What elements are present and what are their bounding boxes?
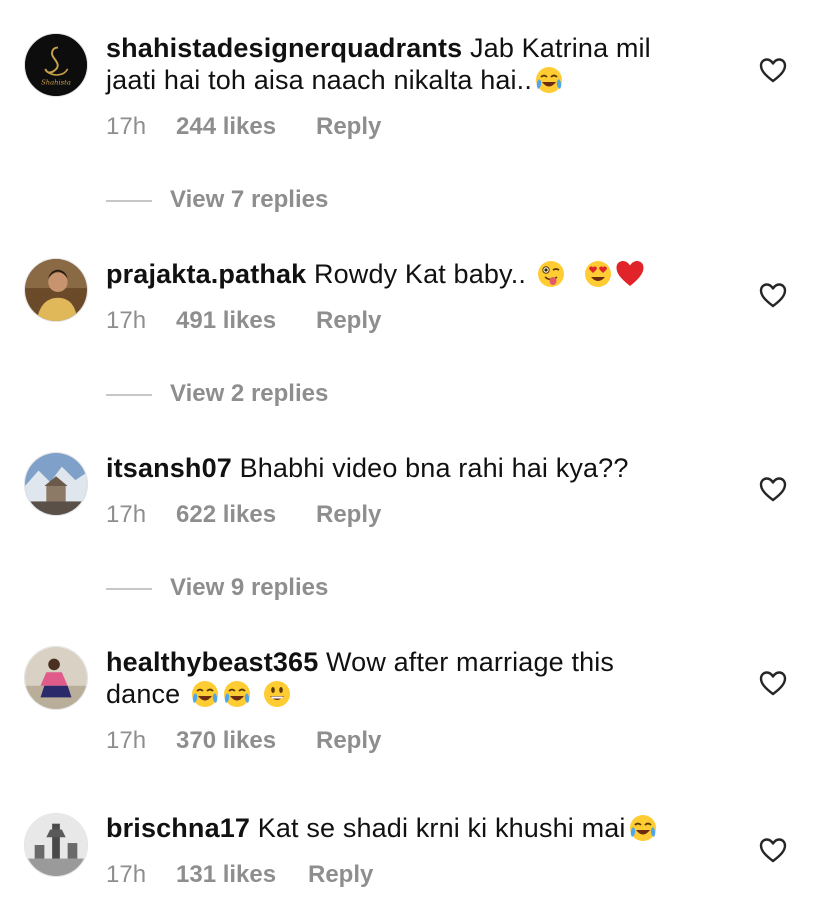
swan-logo-icon: Shahista (25, 34, 87, 96)
comment-username[interactable]: shahistadesignerquadrants (106, 33, 462, 63)
comment-body: Jab Katrina mil (462, 33, 651, 63)
reply-button[interactable]: Reply (316, 726, 381, 756)
grinning-face-emoji (262, 679, 292, 709)
view-replies-button[interactable]: View 2 replies (106, 379, 328, 409)
face-with-tears-of-joy-emoji (190, 679, 220, 709)
comment-text: itsansh07 Bhabhi video bna rahi hai kya?… (106, 452, 696, 484)
comment-time: 17h (106, 861, 147, 888)
profile-photo-icon (25, 814, 87, 876)
comment-text: healthybeast365 Wow after marriage this … (106, 646, 696, 710)
like-heart-icon[interactable] (759, 476, 787, 502)
reply-button[interactable]: Reply (316, 500, 381, 530)
view-replies-button[interactable]: View 9 replies (106, 573, 328, 603)
comment-username[interactable]: prajakta.pathak (106, 259, 306, 289)
view-replies-label: View 2 replies (170, 380, 329, 407)
comment-meta: 17h 131 likes Reply (106, 860, 373, 890)
face-with-tears-of-joy-emoji (222, 679, 252, 709)
replies-divider (106, 393, 152, 396)
comment-meta: 17h 244 likes Reply (106, 112, 381, 142)
avatar-logo-text: Shahista (41, 78, 71, 86)
comment-likes[interactable]: 370 likes (176, 726, 316, 756)
comment-likes[interactable]: 244 likes (176, 112, 316, 142)
comment-meta: 17h 370 likes Reply (106, 726, 381, 756)
smiling-face-with-heart-eyes-emoji (583, 259, 613, 289)
face-with-tears-of-joy-emoji (534, 65, 564, 95)
comment-likes[interactable]: 491 likes (176, 306, 316, 336)
comment-body: Bhabhi video bna rahi hai kya?? (231, 453, 629, 483)
avatar[interactable] (24, 813, 88, 877)
like-heart-icon[interactable] (759, 57, 787, 83)
red-heart-emoji (615, 259, 645, 289)
view-replies-label: View 7 replies (170, 186, 329, 213)
comment-text: prajakta.pathak Rowdy Kat baby.. (106, 258, 696, 290)
comment-username[interactable]: healthybeast365 (106, 647, 318, 677)
view-replies-button[interactable]: View 7 replies (106, 185, 328, 215)
face-with-tears-of-joy-emoji (628, 813, 658, 843)
profile-photo-icon (25, 259, 87, 321)
comment-meta: 17h 622 likes Reply (106, 500, 381, 530)
comment-text: shahistadesignerquadrants Jab Katrina mi… (106, 32, 696, 96)
comment-body: Rowdy Kat baby.. (306, 259, 534, 289)
view-replies-label: View 9 replies (170, 574, 329, 601)
comment-meta: 17h 491 likes Reply (106, 306, 381, 336)
comment-body: Wow after marriage this (318, 647, 615, 677)
reply-button[interactable]: Reply (316, 112, 381, 142)
comment-likes[interactable]: 131 likes (176, 860, 308, 890)
like-heart-icon[interactable] (759, 282, 787, 308)
comment-username[interactable]: brischna17 (106, 813, 250, 843)
comment-time: 17h (106, 307, 147, 334)
comment-time: 17h (106, 727, 147, 754)
comment-body: Kat se shadi krni ki khushi mai (250, 813, 626, 843)
avatar[interactable] (24, 258, 88, 322)
avatar[interactable] (24, 452, 88, 516)
profile-photo-icon (25, 647, 87, 709)
like-heart-icon[interactable] (759, 837, 787, 863)
avatar[interactable]: Shahista (24, 33, 88, 97)
profile-photo-icon (25, 453, 87, 515)
comment-time: 17h (106, 501, 147, 528)
comment-likes[interactable]: 622 likes (176, 500, 316, 530)
like-heart-icon[interactable] (759, 670, 787, 696)
reply-button[interactable]: Reply (316, 306, 381, 336)
comment-username[interactable]: itsansh07 (106, 453, 232, 483)
reply-button[interactable]: Reply (308, 860, 373, 890)
winking-face-with-tongue-emoji (536, 259, 566, 289)
comment-body-line2: dance (106, 679, 188, 709)
comment-time: 17h (106, 113, 147, 140)
comment-text: brischna17 Kat se shadi krni ki khushi m… (106, 812, 696, 844)
replies-divider (106, 199, 152, 202)
comment-body-line2: jaati hai toh aisa naach nikalta hai.. (106, 65, 532, 95)
avatar[interactable] (24, 646, 88, 710)
replies-divider (106, 587, 152, 590)
